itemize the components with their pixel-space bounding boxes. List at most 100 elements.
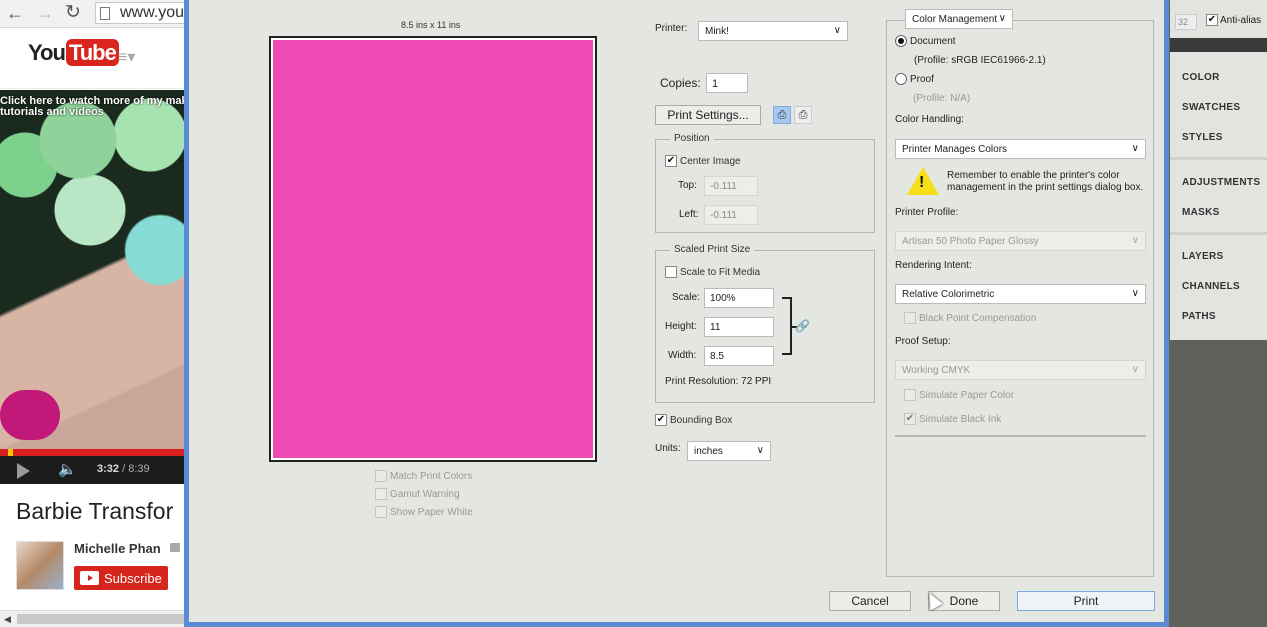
color-handling-label: Color Handling: <box>895 114 964 125</box>
video-progress-bar[interactable] <box>0 449 184 456</box>
subscribe-button[interactable]: Subscribe <box>74 566 168 590</box>
height-input[interactable]: 11 <box>704 317 774 337</box>
progress-scrubber[interactable] <box>8 449 13 456</box>
volume-icon[interactable]: 🔈 <box>58 460 77 478</box>
chevron-down-icon: ∨ <box>1131 288 1139 299</box>
proof-setup-select[interactable]: Working CMYK ∨ <box>895 360 1146 380</box>
panel-color[interactable]: COLOR <box>1182 72 1220 83</box>
address-bar[interactable]: www.you <box>95 2 184 24</box>
horizontal-scrollbar[interactable]: ◀ <box>0 610 184 627</box>
print-button[interactable]: Print <box>1017 591 1155 611</box>
black-point-compensation-checkbox[interactable]: Black Point Compensation <box>904 312 1036 324</box>
gamut-warning-checkbox[interactable]: Gamut Warning <box>375 488 460 500</box>
youtube-play-icon <box>80 571 99 585</box>
printer-select[interactable]: Mink! ∨ <box>698 21 848 41</box>
document-radio[interactable]: Document <box>895 35 956 47</box>
check-icon: ✔ <box>1206 14 1218 26</box>
play-icon[interactable] <box>17 463 30 479</box>
scaled-print-size-group: Scaled Print Size Scale to Fit Media Sca… <box>655 244 875 403</box>
width-label: Width: <box>668 350 697 361</box>
youtube-header: You Tube ≡▾ <box>0 29 184 89</box>
size-input[interactable]: 32 <box>1175 14 1197 30</box>
show-paper-white-checkbox[interactable]: Show Paper White <box>375 506 473 518</box>
proof-radio[interactable]: Proof <box>895 73 934 85</box>
simulate-black-ink-checkbox[interactable]: ✔ Simulate Black Ink <box>904 413 1001 425</box>
back-arrow-icon[interactable]: ← <box>6 3 24 23</box>
video-player[interactable]: Click here to watch more of my makeu tut… <box>0 90 184 452</box>
panel-styles[interactable]: STYLES <box>1182 132 1223 143</box>
checkbox-label: Scale to Fit Media <box>680 266 761 278</box>
youtube-logo[interactable]: You Tube <box>28 39 119 66</box>
color-handling-value: Printer Manages Colors <box>902 144 1008 155</box>
logo-tube: Tube <box>65 39 119 66</box>
top-input[interactable]: -0.111 <box>704 176 758 196</box>
section-select[interactable]: Color Management ∨ <box>905 9 1013 29</box>
scale-input[interactable]: 100% <box>704 288 774 308</box>
rendering-intent-label: Rendering Intent: <box>895 260 972 271</box>
subscribe-label: Subscribe <box>104 571 162 586</box>
units-select[interactable]: inches ∨ <box>687 441 771 461</box>
panel-masks[interactable]: MASKS <box>1182 207 1220 218</box>
guide-menu-icon[interactable]: ≡▾ <box>118 47 135 67</box>
print-resolution: Print Resolution: 72 PPI <box>665 376 772 387</box>
panel-separator <box>1170 232 1267 235</box>
portrait-orientation-icon[interactable]: ⎙ <box>773 106 791 124</box>
scale-to-fit-checkbox[interactable]: Scale to Fit Media <box>665 266 760 278</box>
video-annotation[interactable]: Click here to watch more of my makeu tut… <box>0 96 184 118</box>
bounding-box-checkbox[interactable]: ✔ Bounding Box <box>655 414 732 426</box>
forward-arrow-icon[interactable]: → <box>36 3 54 23</box>
panel-layers[interactable]: LAYERS <box>1182 251 1223 262</box>
rendering-intent-select[interactable]: Relative Colorimetric ∨ <box>895 284 1146 304</box>
video-frame-detail <box>0 390 60 440</box>
checkbox-label: Simulate Paper Color <box>919 389 1015 401</box>
print-settings-button[interactable]: Print Settings... <box>655 105 761 125</box>
copies-input[interactable]: 1 <box>706 73 748 93</box>
printer-label: Printer: <box>655 23 688 34</box>
reload-icon[interactable]: ↻ <box>65 3 81 23</box>
simulate-paper-color-checkbox[interactable]: Simulate Paper Color <box>904 389 1014 401</box>
landscape-orientation-icon[interactable]: ⎙ <box>794 106 812 124</box>
scroll-left-icon[interactable]: ◀ <box>4 614 11 625</box>
panel-channels[interactable]: CHANNELS <box>1182 281 1240 292</box>
panel-swatches[interactable]: SWATCHES <box>1182 102 1240 113</box>
warning-line-2: management in the print settings dialog … <box>947 182 1144 193</box>
center-image-checkbox[interactable]: ✔ Center Image <box>665 155 741 167</box>
width-input[interactable]: 8.5 <box>704 346 774 366</box>
match-print-colors-checkbox[interactable]: Match Print Colors <box>375 470 472 482</box>
chevron-down-icon: ∨ <box>998 13 1006 24</box>
height-label: Height: <box>665 321 697 332</box>
chevron-down-icon: ∨ <box>1131 143 1139 154</box>
link-icon[interactable]: 🔗 <box>795 319 810 333</box>
url-text: www.you <box>120 4 184 21</box>
video-time: 3:32 / 8:39 <box>97 463 150 475</box>
copies-label: Copies: <box>660 76 701 90</box>
scrollbar-thumb[interactable] <box>17 614 184 624</box>
checkbox-label: Show Paper White <box>390 506 473 518</box>
check-icon: ✔ <box>904 413 916 425</box>
radio-label: Proof <box>910 73 934 85</box>
left-input[interactable]: -0.111 <box>704 205 758 225</box>
checkbox-box <box>665 266 677 278</box>
printer-profile-select[interactable]: Artisan 50 Photo Paper Glossy ∨ <box>895 231 1146 251</box>
channel-avatar[interactable] <box>16 541 64 590</box>
cancel-button[interactable]: Cancel <box>829 591 911 611</box>
chevron-down-icon: ∨ <box>833 25 841 36</box>
print-preview[interactable] <box>269 36 597 462</box>
channel-name[interactable]: Michelle Phan <box>74 541 161 556</box>
checkbox-label: Black Point Compensation <box>919 312 1037 324</box>
checkbox-box <box>375 506 387 518</box>
anti-alias-checkbox[interactable]: ✔ Anti-alias <box>1206 14 1261 26</box>
warning-exclamation: ! <box>919 174 925 191</box>
video-controls: 🔈 3:32 / 8:39 <box>0 456 184 484</box>
position-legend: Position <box>670 133 714 144</box>
top-label: Top: <box>678 180 697 191</box>
checkbox-label: Bounding Box <box>670 414 733 426</box>
warning-line-1: Remember to enable the printer's color <box>947 170 1120 181</box>
panel-header-bar[interactable] <box>1170 38 1267 52</box>
checkbox-box <box>904 389 916 401</box>
position-group: Position ✔ Center Image Top: -0.111 Left… <box>655 133 875 233</box>
panel-paths[interactable]: PATHS <box>1182 311 1216 322</box>
color-handling-select[interactable]: Printer Manages Colors ∨ <box>895 139 1146 159</box>
checkbox-label: Gamut Warning <box>390 488 460 500</box>
panel-adjustments[interactable]: ADJUSTMENTS <box>1182 177 1260 188</box>
